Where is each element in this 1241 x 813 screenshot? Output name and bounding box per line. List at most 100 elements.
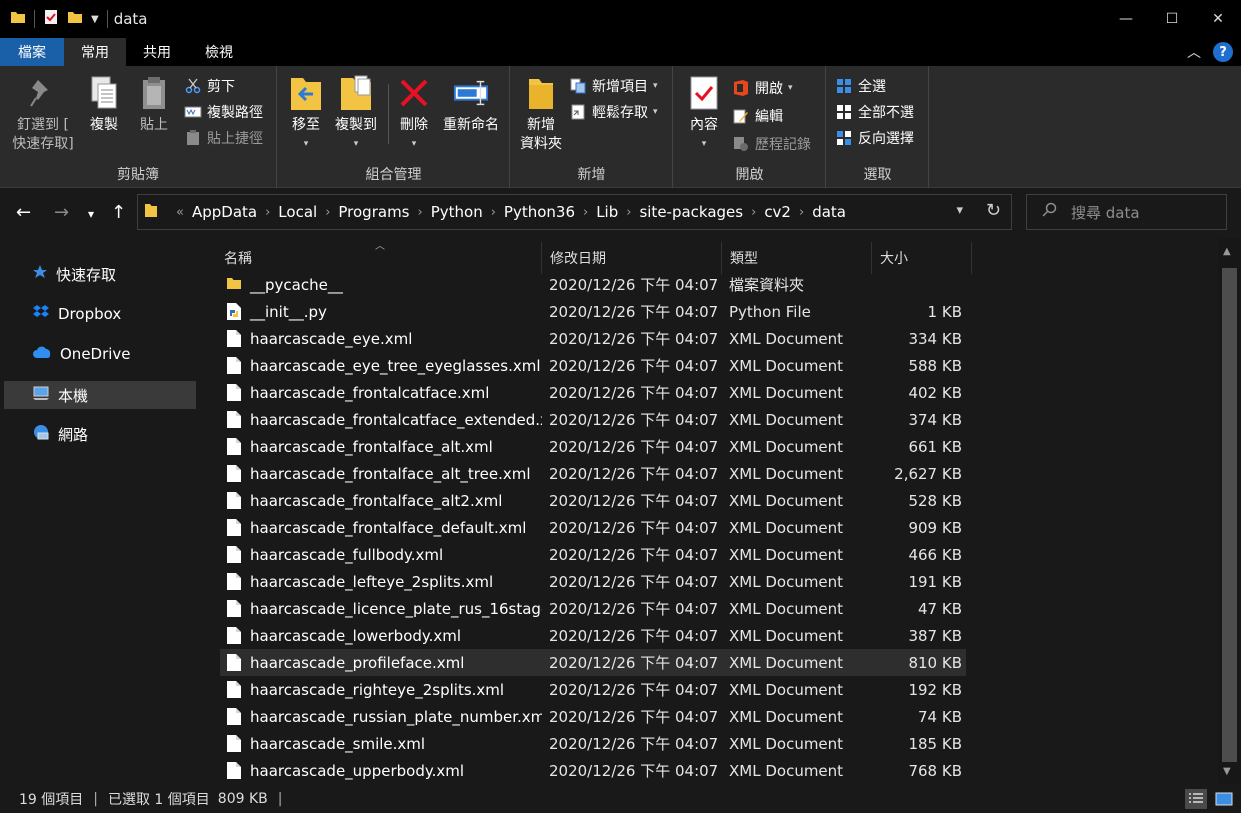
- new-folder-icon[interactable]: [67, 9, 83, 29]
- scroll-down-icon[interactable]: ▼: [1223, 766, 1231, 777]
- chevron-right-icon[interactable]: ›: [418, 205, 423, 220]
- column-header-size[interactable]: 大小: [872, 242, 972, 274]
- refresh-icon[interactable]: ↻: [986, 200, 1001, 221]
- file-row[interactable]: haarcascade_frontalface_alt_tree.xml 2020…: [220, 460, 966, 487]
- select-all-button[interactable]: 全選: [835, 76, 886, 96]
- file-row[interactable]: haarcascade_frontalcatface_extended.x...…: [220, 406, 966, 433]
- address-bar[interactable]: « AppData › Local › Programs › Python › Python36…: [137, 194, 1012, 230]
- file-row[interactable]: haarcascade_frontalcatface.xml 2020/12/26…: [220, 379, 966, 406]
- invert-selection-button[interactable]: 反向選擇: [835, 128, 914, 148]
- breadcrumb-item[interactable]: data: [812, 203, 846, 221]
- file-row[interactable]: haarcascade_lefteye_2splits.xml 2020/12/2…: [220, 568, 966, 595]
- nav-item-quick-access[interactable]: 快速存取: [4, 260, 196, 288]
- tab-file[interactable]: 檔案: [0, 38, 64, 66]
- clipboard-group-label: 剪貼簿: [117, 167, 159, 183]
- file-row[interactable]: __pycache__ 2020/12/26 下午 04:07 檔案資料夾: [220, 271, 966, 298]
- tab-share[interactable]: 共用: [126, 38, 188, 66]
- history-icon: [732, 135, 750, 153]
- file-row[interactable]: haarcascade_licence_plate_rus_16stage...…: [220, 595, 966, 622]
- copy-path-button[interactable]: 複製路徑: [184, 102, 263, 122]
- column-header-date[interactable]: 修改日期: [542, 242, 722, 274]
- breadcrumb-item[interactable]: cv2: [764, 203, 791, 221]
- vertical-scrollbar[interactable]: ▲ ▼: [1218, 238, 1241, 784]
- file-row[interactable]: __init__.py 2020/12/26 下午 04:07 Python Fil…: [220, 298, 966, 325]
- file-row[interactable]: haarcascade_upperbody.xml 2020/12/26 下午 0…: [220, 757, 966, 784]
- move-to-button[interactable]: 移至 ▾: [286, 74, 326, 154]
- easy-access-button[interactable]: 輕鬆存取 ▾: [569, 102, 658, 122]
- copy-button[interactable]: 複製: [82, 74, 126, 135]
- pin-quick-access-button[interactable]: 釘選到 [ 快速存取]: [10, 74, 76, 154]
- search-box[interactable]: 搜尋 data: [1026, 194, 1227, 230]
- paste-button[interactable]: 貼上: [132, 74, 176, 135]
- properties-icon[interactable]: [43, 9, 59, 29]
- file-row[interactable]: haarcascade_eye_tree_eyeglasses.xml 2020/…: [220, 352, 966, 379]
- file-row[interactable]: haarcascade_frontalface_alt2.xml 2020/12/…: [220, 487, 966, 514]
- copy-to-icon: [338, 74, 374, 112]
- chevron-down-icon[interactable]: ▼: [91, 14, 99, 25]
- file-row[interactable]: haarcascade_profileface.xml 2020/12/26 下午…: [220, 649, 966, 676]
- address-history-icon[interactable]: ▾: [956, 203, 963, 218]
- close-button[interactable]: ✕: [1195, 0, 1241, 38]
- tab-view[interactable]: 檢視: [188, 38, 250, 66]
- file-row[interactable]: haarcascade_fullbody.xml 2020/12/26 下午 04…: [220, 541, 966, 568]
- file-row[interactable]: haarcascade_frontalface_alt.xml 2020/12/2…: [220, 433, 966, 460]
- delete-button[interactable]: 刪除 ▾: [394, 74, 434, 154]
- file-row[interactable]: haarcascade_frontalface_default.xml 2020/…: [220, 514, 966, 541]
- chevron-right-icon[interactable]: ›: [491, 205, 496, 220]
- chevron-right-icon[interactable]: ›: [799, 205, 804, 220]
- help-icon[interactable]: ?: [1213, 42, 1233, 62]
- copy-to-button[interactable]: 複製到 ▾: [330, 74, 382, 154]
- pin-label: 釘選到 [ 快速存取]: [12, 117, 74, 152]
- nav-item-dropbox[interactable]: Dropbox: [4, 300, 196, 328]
- properties-button[interactable]: 內容 ▾: [684, 74, 724, 154]
- chevron-right-icon[interactable]: ›: [583, 205, 588, 220]
- cut-button[interactable]: 剪下: [184, 76, 235, 96]
- chevron-right-icon[interactable]: ›: [626, 205, 631, 220]
- up-arrow-icon[interactable]: ↑: [111, 202, 126, 223]
- maximize-button[interactable]: ☐: [1149, 0, 1195, 38]
- file-row[interactable]: haarcascade_eye.xml 2020/12/26 下午 04:07 XM…: [220, 325, 966, 352]
- breadcrumb-item[interactable]: site-packages: [639, 203, 743, 221]
- chevron-right-icon[interactable]: ›: [325, 205, 330, 220]
- breadcrumb-item[interactable]: Programs: [338, 203, 409, 221]
- tab-home[interactable]: 常用: [64, 38, 126, 66]
- breadcrumb-item[interactable]: AppData: [192, 203, 257, 221]
- scroll-up-icon[interactable]: ▲: [1223, 246, 1231, 257]
- select-none-button[interactable]: 全部不選: [835, 102, 914, 122]
- file-row[interactable]: haarcascade_smile.xml 2020/12/26 下午 04:07…: [220, 730, 966, 757]
- nav-item-this-pc[interactable]: 本機: [4, 381, 196, 409]
- rename-button[interactable]: 重新命名: [438, 74, 504, 135]
- breadcrumb-item[interactable]: Python: [431, 203, 483, 221]
- breadcrumb-overflow[interactable]: «: [176, 205, 184, 220]
- recent-locations-icon[interactable]: ▾: [88, 207, 94, 221]
- new-item-button[interactable]: 新增項目 ▾: [569, 76, 658, 96]
- chevron-right-icon[interactable]: ›: [751, 205, 756, 220]
- details-view-button[interactable]: [1185, 789, 1207, 809]
- file-row[interactable]: haarcascade_lowerbody.xml 2020/12/26 下午 0…: [220, 622, 966, 649]
- column-header-type[interactable]: 類型: [722, 242, 872, 274]
- file-size: 2,627 KB: [894, 464, 962, 483]
- breadcrumb-item[interactable]: Lib: [596, 203, 618, 221]
- new-folder-button[interactable]: 新增 資料夾: [517, 74, 565, 154]
- back-arrow-icon[interactable]: ←: [16, 202, 31, 223]
- collapse-ribbon-icon[interactable]: ︿: [1187, 42, 1201, 62]
- file-row[interactable]: haarcascade_russian_plate_number.xml 2020…: [220, 703, 966, 730]
- minimize-button[interactable]: —: [1103, 0, 1149, 38]
- large-icons-view-button[interactable]: [1213, 789, 1235, 809]
- open-button[interactable]: 開啟 ▾: [732, 78, 793, 98]
- scrollbar-thumb[interactable]: [1222, 268, 1237, 762]
- breadcrumb-item[interactable]: Local: [278, 203, 317, 221]
- column-header-name[interactable]: 名稱: [216, 242, 542, 274]
- file-row[interactable]: haarcascade_righteye_2splits.xml 2020/12/…: [220, 676, 966, 703]
- forward-arrow-icon[interactable]: →: [54, 202, 69, 223]
- history-button[interactable]: 歷程記錄: [732, 134, 811, 154]
- file-name-cell: __init__.py: [226, 298, 542, 325]
- nav-item-network[interactable]: 網路: [4, 420, 196, 448]
- edit-button[interactable]: 編輯: [732, 106, 783, 126]
- breadcrumb-item[interactable]: Python36: [504, 203, 575, 221]
- paste-shortcut-button[interactable]: 貼上捷徑: [184, 128, 263, 148]
- file-size: 661 KB: [908, 437, 962, 456]
- file-date: 2020/12/26 下午 04:07: [549, 627, 719, 645]
- nav-item-onedrive[interactable]: OneDrive: [4, 340, 196, 368]
- chevron-right-icon[interactable]: ›: [265, 205, 270, 220]
